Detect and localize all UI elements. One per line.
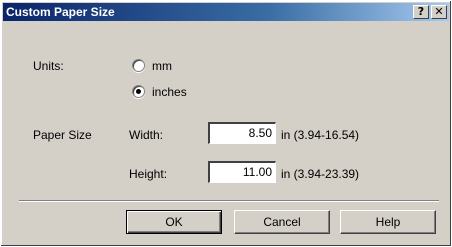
radio-inches-label[interactable]: inches <box>152 85 187 99</box>
radio-mm-label[interactable]: mm <box>152 59 172 73</box>
units-label: Units: <box>33 59 64 73</box>
help-button[interactable]: Help <box>340 210 436 234</box>
paper-size-label: Paper Size <box>33 128 92 142</box>
custom-paper-size-dialog: Custom Paper Size ? ✕ Units: mm inches P… <box>0 0 452 247</box>
cancel-button[interactable]: Cancel <box>234 210 330 234</box>
radio-inches[interactable] <box>132 85 145 98</box>
height-input[interactable]: 11.00 <box>208 161 276 183</box>
close-icon[interactable]: ✕ <box>431 5 447 19</box>
radio-selected-dot <box>136 89 141 94</box>
width-label: Width: <box>129 128 164 142</box>
help-icon[interactable]: ? <box>413 5 429 19</box>
ok-button[interactable]: OK <box>126 210 222 234</box>
width-input[interactable]: 8.50 <box>208 122 276 144</box>
dialog-title: Custom Paper Size <box>6 5 115 19</box>
height-range-label: in (3.94-23.39) <box>281 167 360 181</box>
width-range-label: in (3.94-16.54) <box>281 128 360 142</box>
height-label: Height: <box>129 167 168 181</box>
separator-line <box>19 200 439 202</box>
radio-mm[interactable] <box>132 59 145 72</box>
title-bar[interactable]: Custom Paper Size ? ✕ <box>3 3 449 21</box>
